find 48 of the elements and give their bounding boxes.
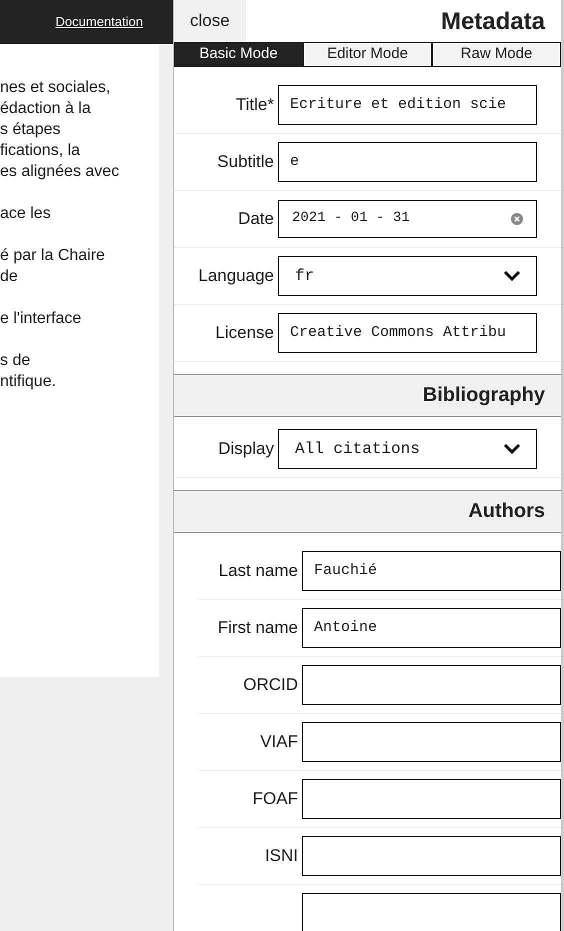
field-label: ISNI (264, 845, 298, 866)
text-line: de (0, 267, 18, 287)
field-label: Subtitle (217, 151, 274, 172)
text-line: ntifique. (0, 372, 56, 392)
mode-tab[interactable]: Raw Mode (432, 42, 561, 66)
section-title: Bibliography (422, 383, 545, 408)
date-field[interactable]: 2021 - 01 - 31 (278, 200, 537, 238)
field-label: First name (218, 617, 298, 638)
input-field[interactable]: Fauchié (302, 550, 561, 590)
text-line: ace les (0, 204, 51, 224)
chevron-down-icon (503, 270, 521, 282)
documentation-link[interactable]: Documentation (56, 12, 143, 32)
field-label: Language (198, 265, 274, 286)
mode-tab[interactable]: Editor Mode (303, 42, 432, 66)
text-line: s étapes (0, 120, 60, 140)
close-button[interactable]: close (174, 0, 246, 42)
chevron-down-icon (503, 442, 521, 454)
field-label: Title* (236, 94, 274, 115)
field-label: VIAF (260, 731, 298, 752)
dropdown[interactable]: All citations (278, 428, 537, 468)
input-field[interactable]: Antoine (302, 608, 561, 648)
input-field[interactable]: Ecriture et edition scie (278, 84, 537, 124)
field-label: FOAF (252, 788, 298, 809)
field-label: Date (238, 208, 274, 229)
text-line: e l'interface (0, 309, 82, 329)
section-title: Authors (468, 499, 545, 524)
text-line: fications, la (0, 141, 80, 161)
input-field[interactable]: e (278, 142, 537, 182)
input-field[interactable]: Creative Commons Attribu (278, 312, 537, 352)
dropdown[interactable]: fr (278, 256, 537, 296)
panel-title: Metadata (440, 7, 546, 37)
input-field[interactable] (302, 722, 561, 762)
field-label: Last name (218, 560, 298, 581)
field-label: License (215, 322, 274, 343)
input-field[interactable] (302, 836, 561, 876)
field-label: ORCID (243, 674, 298, 695)
input-field[interactable] (302, 893, 561, 931)
text-line: é par la Chaire (0, 246, 105, 266)
input-field[interactable] (302, 778, 561, 818)
input-field[interactable] (302, 664, 561, 704)
text-line: es alignées avec (0, 162, 120, 182)
text-line: édaction à la (0, 99, 91, 119)
text-line: s de (0, 351, 30, 371)
field-label: Display (218, 438, 274, 459)
clear-icon[interactable] (511, 212, 523, 224)
text-line: nes et sociales, (0, 78, 110, 98)
scrollbar[interactable] (561, 0, 564, 931)
mode-tab[interactable]: Basic Mode (174, 42, 303, 66)
